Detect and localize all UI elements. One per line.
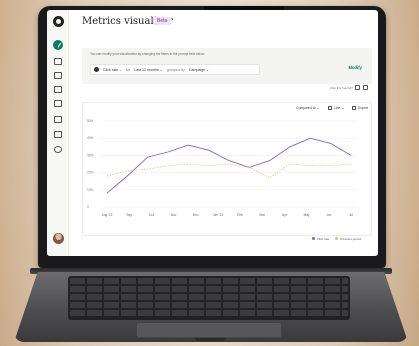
- y-tick-label: 40%: [87, 136, 94, 140]
- series-line-click-rate: [106, 137, 352, 194]
- export-button[interactable]: Export: [358, 106, 368, 110]
- x-tick-label: Feb: [237, 213, 243, 217]
- avatar[interactable]: [53, 233, 64, 244]
- period-select[interactable]: Last 12 months ⌄: [134, 68, 163, 72]
- chart-type-dropdown[interactable]: Line ⌄: [334, 106, 344, 110]
- automations-icon[interactable]: [54, 86, 62, 93]
- campaigns-icon[interactable]: [54, 58, 62, 65]
- chart-legend: Click rate Previous period: [311, 227, 361, 245]
- legend-click-rate: Click rate: [311, 227, 329, 245]
- x-tick-label: May: [304, 213, 310, 217]
- grouped-label: grouped by: [166, 67, 185, 72]
- y-tick-label: 50%: [87, 119, 94, 123]
- x-tick-label: Jun: [326, 213, 331, 217]
- line-chart: 50% 40% 30% 20% 10% 0 Aug '22 Sep Oct Nov Dec Jan …: [87, 119, 357, 217]
- for-label: for: [126, 67, 131, 72]
- integrations-icon[interactable]: [54, 131, 62, 138]
- website-icon[interactable]: [54, 100, 62, 107]
- laptop-lip: [195, 338, 225, 341]
- group-select[interactable]: Campaign ⌄: [189, 68, 209, 72]
- search-icon[interactable]: [54, 146, 62, 153]
- create-icon[interactable]: [53, 40, 63, 50]
- feedback-question: Was this helpful?: [330, 86, 353, 90]
- x-tick-label: Dec: [193, 213, 199, 217]
- metric-select[interactable]: Click rate ⌄: [103, 68, 122, 72]
- filter-description: You can modify your visualization by cha…: [90, 52, 206, 56]
- logo-icon[interactable]: [53, 16, 64, 27]
- metric-icon: [94, 67, 99, 72]
- x-tick-label: Apr: [282, 213, 288, 217]
- trackpad: [136, 322, 282, 338]
- y-tick-label: 30%: [87, 153, 94, 157]
- sidebar: [47, 10, 69, 256]
- line-chart-icon: [328, 106, 332, 110]
- y-tick-label: 10%: [87, 188, 94, 192]
- compare-dropdown[interactable]: Compared to ⌄: [296, 106, 319, 110]
- x-tick-label: Jul: [349, 213, 353, 217]
- x-tick-label: Nov: [171, 213, 177, 217]
- filter-panel: You can modify your visualization by cha…: [82, 48, 372, 84]
- prompt-field[interactable]: Click rate ⌄ for Last 12 months ⌄ groupe…: [90, 64, 260, 75]
- y-tick-label: 20%: [87, 171, 94, 175]
- series-line-previous-period: [106, 163, 352, 179]
- audience-icon[interactable]: [54, 72, 62, 79]
- x-tick-label: Sep: [126, 213, 132, 217]
- x-tick-label: Aug '22: [102, 213, 113, 217]
- y-tick-label: 0: [87, 205, 89, 209]
- x-tick-label: Oct: [149, 213, 154, 217]
- content-icon[interactable]: [54, 116, 62, 123]
- chart-card: Compared to ⌄ Line ⌄ Export 50% 40% 30% 20%…: [82, 102, 372, 241]
- keyboard: [68, 276, 350, 320]
- app-screen: Metrics visualizer Beta You can modify y…: [47, 10, 378, 256]
- beta-badge: Beta: [153, 17, 172, 25]
- x-tick-label: Jan '23: [213, 213, 223, 217]
- x-tick-label: Mar: [260, 213, 266, 217]
- thumbs-down-icon[interactable]: [363, 85, 368, 90]
- export-icon: [352, 106, 356, 110]
- thumbs-up-icon[interactable]: [355, 85, 360, 90]
- modify-button[interactable]: Modify: [349, 65, 363, 70]
- legend-previous-period: Previous period: [335, 227, 361, 245]
